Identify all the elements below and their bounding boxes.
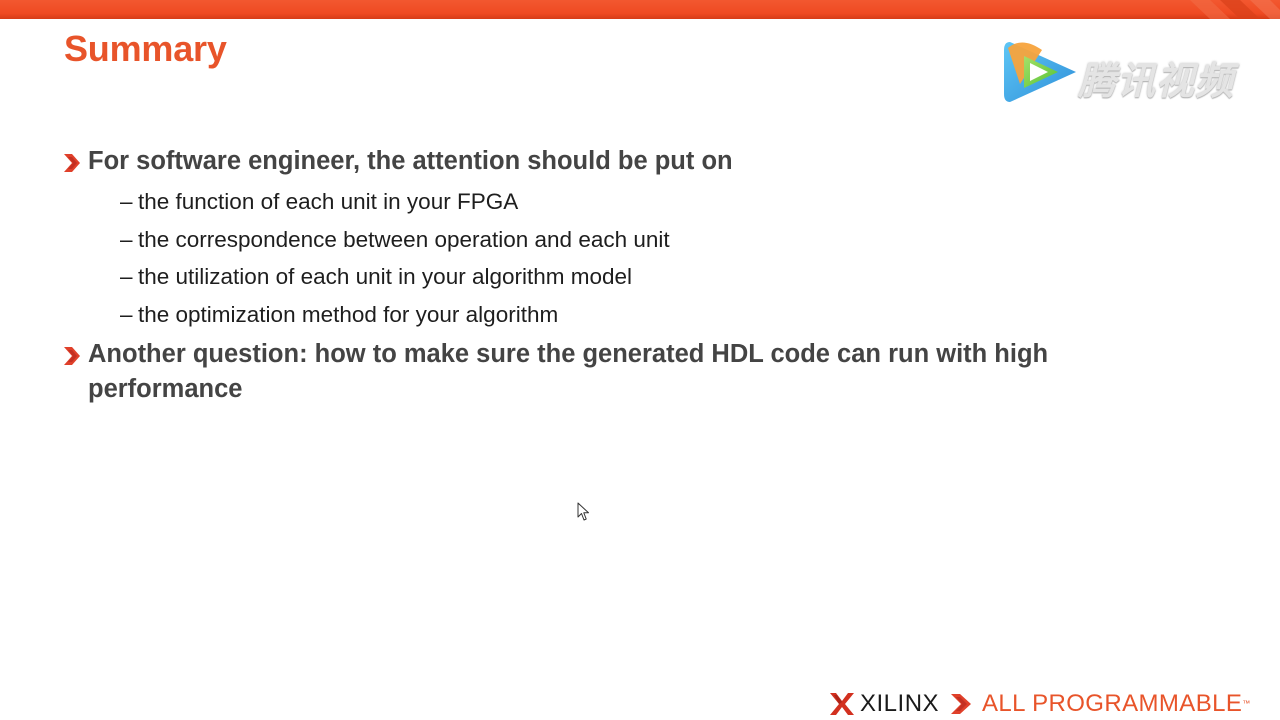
bullet-2-text: Another question: how to make sure the g… [88,340,1049,403]
tagline-text: ALL PROGRAMMABLE [982,690,1243,717]
sub-item-3: – the utilization of each unit in your al… [120,258,1162,296]
play-icon [1004,42,1076,102]
sub-item-3-text: the utilization of each unit in your alg… [138,264,633,289]
chevron-right-icon [64,154,80,172]
xilinx-brand: XILINX [860,690,940,717]
sub-item-1: – the function of each unit in your FPGA [120,183,1162,221]
footer-logo: XILINX ALL PROGRAMMABLE™ [830,690,1270,718]
video-watermark: 腾讯视频 [1002,36,1252,108]
watermark-text: 腾讯视频 [1078,61,1235,103]
sub-item-1-text: the function of each unit in your FPGA [138,189,519,214]
sub-item-2: – the correspondence between operation an… [120,221,1162,259]
sub-item-2-text: the correspondence between operation and… [138,226,670,252]
top-bar-pattern [1190,0,1280,19]
xilinx-x-logo-icon [830,693,854,715]
trademark: ™ [1242,699,1251,708]
bullet-2: Another question: how to make sure the g… [62,337,1162,407]
dash-3: – [120,264,133,289]
bullet-1-text: For software engineer, the attention sho… [88,147,733,175]
sub-list: – the function of each unit in your FPGA … [120,183,1162,333]
chevron-right-icon [64,347,80,365]
footer-chevron-icon [951,694,971,714]
sub-item-4: – the optimization method for your algori… [120,296,1162,334]
sub-item-4-text: the optimization method for your algorit… [138,301,559,327]
top-accent-bar [0,0,1280,19]
tagline: ALL PROGRAMMABLE™ [982,690,1251,718]
dash-2: – [120,226,133,252]
dash-4: – [120,301,133,327]
bullet-1: For software engineer, the attention sho… [62,144,1162,333]
bullet-list: For software engineer, the attention sho… [62,144,1162,407]
dash-1: – [120,189,133,214]
mouse-cursor-icon [577,502,589,521]
slide-title: Summary [64,28,227,69]
